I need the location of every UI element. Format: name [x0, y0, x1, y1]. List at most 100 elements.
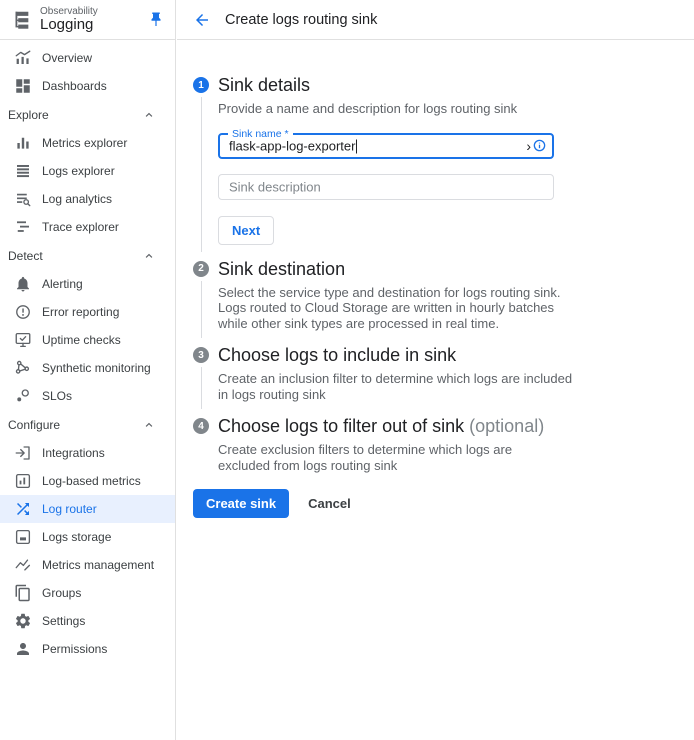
sidebar-item-label: Logs explorer [42, 164, 115, 178]
cancel-button[interactable]: Cancel [308, 496, 351, 511]
sidebar-nav: Overview Dashboards Explore Metrics explore… [0, 40, 175, 663]
step-sink-destination: 2 Sink destination Select the service ty… [193, 258, 694, 345]
sidebar-item-label: Logs storage [42, 530, 111, 544]
pin-icon[interactable] [147, 11, 165, 29]
step-1-title: Sink details [218, 74, 694, 96]
sidebar-section-explore[interactable]: Explore [0, 100, 175, 129]
brand-name: Logging [40, 17, 147, 34]
step-connector [201, 97, 202, 252]
step-connector [201, 367, 202, 409]
slos-icon [14, 387, 32, 405]
error-reporting-icon [14, 303, 32, 321]
sidebar-item-label: Settings [42, 614, 85, 628]
sink-description-field[interactable]: Sink description [218, 174, 554, 200]
sidebar-item-settings[interactable]: Settings [0, 607, 175, 635]
chevron-up-icon [142, 108, 156, 122]
sidebar-item-log-analytics[interactable]: Log analytics [0, 185, 175, 213]
sidebar-item-label: Trace explorer [42, 220, 119, 234]
sidebar-item-overview[interactable]: Overview [0, 44, 175, 72]
step-2-description: Select the service type and destination … [218, 285, 574, 332]
sidebar-item-metrics-management[interactable]: Metrics management [0, 551, 175, 579]
info-icon[interactable] [533, 139, 546, 152]
page-title: Create logs routing sink [225, 12, 377, 28]
sidebar-item-slos[interactable]: SLOs [0, 382, 175, 410]
synthetic-monitoring-icon [14, 359, 32, 377]
sidebar-item-label: SLOs [42, 389, 72, 403]
metrics-management-icon [14, 556, 32, 574]
sidebar-item-log-based-metrics[interactable]: Log-based metrics [0, 467, 175, 495]
sidebar-item-label: Dashboards [42, 79, 107, 93]
step-2-title: Sink destination [218, 258, 694, 280]
sidebar-item-groups[interactable]: Groups [0, 579, 175, 607]
sidebar-item-metrics-explorer[interactable]: Metrics explorer [0, 129, 175, 157]
sidebar-item-log-router[interactable]: Log router [0, 495, 175, 523]
sidebar-item-trace-explorer[interactable]: Trace explorer [0, 213, 175, 241]
sidebar-item-label: Metrics management [42, 558, 154, 572]
optional-suffix: (optional) [469, 416, 544, 436]
alerting-icon [14, 275, 32, 293]
sidebar-item-label: Log-based metrics [42, 474, 141, 488]
sidebar-item-alerting[interactable]: Alerting [0, 270, 175, 298]
sidebar-item-label: Integrations [42, 446, 105, 460]
dashboards-icon [14, 77, 32, 95]
sidebar-item-dashboards[interactable]: Dashboards [0, 72, 175, 100]
metrics-explorer-icon [14, 134, 32, 152]
section-label: Explore [8, 108, 49, 122]
integrations-icon [14, 444, 32, 462]
sidebar-item-label: Metrics explorer [42, 136, 127, 150]
sidebar-header: Observability Logging [0, 0, 175, 40]
step-include-logs: 3 Choose logs to include in sink Create … [193, 344, 694, 415]
create-sink-button[interactable]: Create sink [193, 489, 289, 518]
brand: Observability Logging [40, 6, 147, 34]
sidebar-item-label: Log analytics [42, 192, 112, 206]
text-caret [356, 139, 357, 153]
sidebar-item-label: Error reporting [42, 305, 119, 319]
sidebar-item-logs-explorer[interactable]: Logs explorer [0, 157, 175, 185]
settings-icon [14, 612, 32, 630]
uptime-checks-icon [14, 331, 32, 349]
log-router-icon [14, 500, 32, 518]
next-button[interactable]: Next [218, 216, 274, 245]
sidebar-section-configure[interactable]: Configure [0, 410, 175, 439]
sidebar-item-synthetic-monitoring[interactable]: Synthetic monitoring [0, 354, 175, 382]
sink-name-field[interactable]: Sink name * flask-app-log-exporter › [218, 133, 554, 159]
step-1-description: Provide a name and description for logs … [218, 101, 694, 117]
step-sink-details: 1 Sink details Provide a name and descri… [193, 74, 694, 258]
step-2-badge: 2 [193, 261, 209, 277]
chevron-up-icon [142, 249, 156, 263]
form-actions: Create sink Cancel [193, 489, 694, 518]
sidebar-item-label: Synthetic monitoring [42, 361, 151, 375]
sidebar-item-logs-storage[interactable]: Logs storage [0, 523, 175, 551]
sidebar-item-permissions[interactable]: Permissions [0, 635, 175, 663]
main-panel: Create logs routing sink 1 Sink details … [177, 0, 694, 740]
groups-icon [14, 584, 32, 602]
sidebar-item-label: Alerting [42, 277, 83, 291]
step-1-badge: 1 [193, 77, 209, 93]
log-based-metrics-icon [14, 472, 32, 490]
sidebar-item-label: Log router [42, 502, 97, 516]
step-3-badge: 3 [193, 347, 209, 363]
step-4-title: Choose logs to filter out of sink (optio… [218, 415, 694, 437]
overview-icon [14, 49, 32, 67]
trace-explorer-icon [14, 218, 32, 236]
sidebar-item-label: Uptime checks [42, 333, 121, 347]
stepper-form: 1 Sink details Provide a name and descri… [177, 40, 694, 518]
logs-explorer-icon [14, 162, 32, 180]
page-header: Create logs routing sink [177, 0, 694, 40]
step-4-badge: 4 [193, 418, 209, 434]
back-arrow-icon[interactable] [193, 11, 211, 29]
sink-name-value: flask-app-log-exporter [229, 138, 357, 153]
chevron-up-icon [142, 418, 156, 432]
sidebar-item-error-reporting[interactable]: Error reporting [0, 298, 175, 326]
sidebar-item-label: Groups [42, 586, 81, 600]
step-3-title: Choose logs to include in sink [218, 344, 694, 366]
section-label: Configure [8, 418, 60, 432]
sidebar-item-uptime-checks[interactable]: Uptime checks [0, 326, 175, 354]
sidebar-item-integrations[interactable]: Integrations [0, 439, 175, 467]
sidebar: Observability Logging Overview Dashboards… [0, 0, 176, 740]
sidebar-item-label: Overview [42, 51, 92, 65]
sidebar-item-label: Permissions [42, 642, 107, 656]
logs-storage-icon [14, 528, 32, 546]
step-3-description: Create an inclusion filter to determine … [218, 371, 580, 402]
sidebar-section-detect[interactable]: Detect [0, 241, 175, 270]
